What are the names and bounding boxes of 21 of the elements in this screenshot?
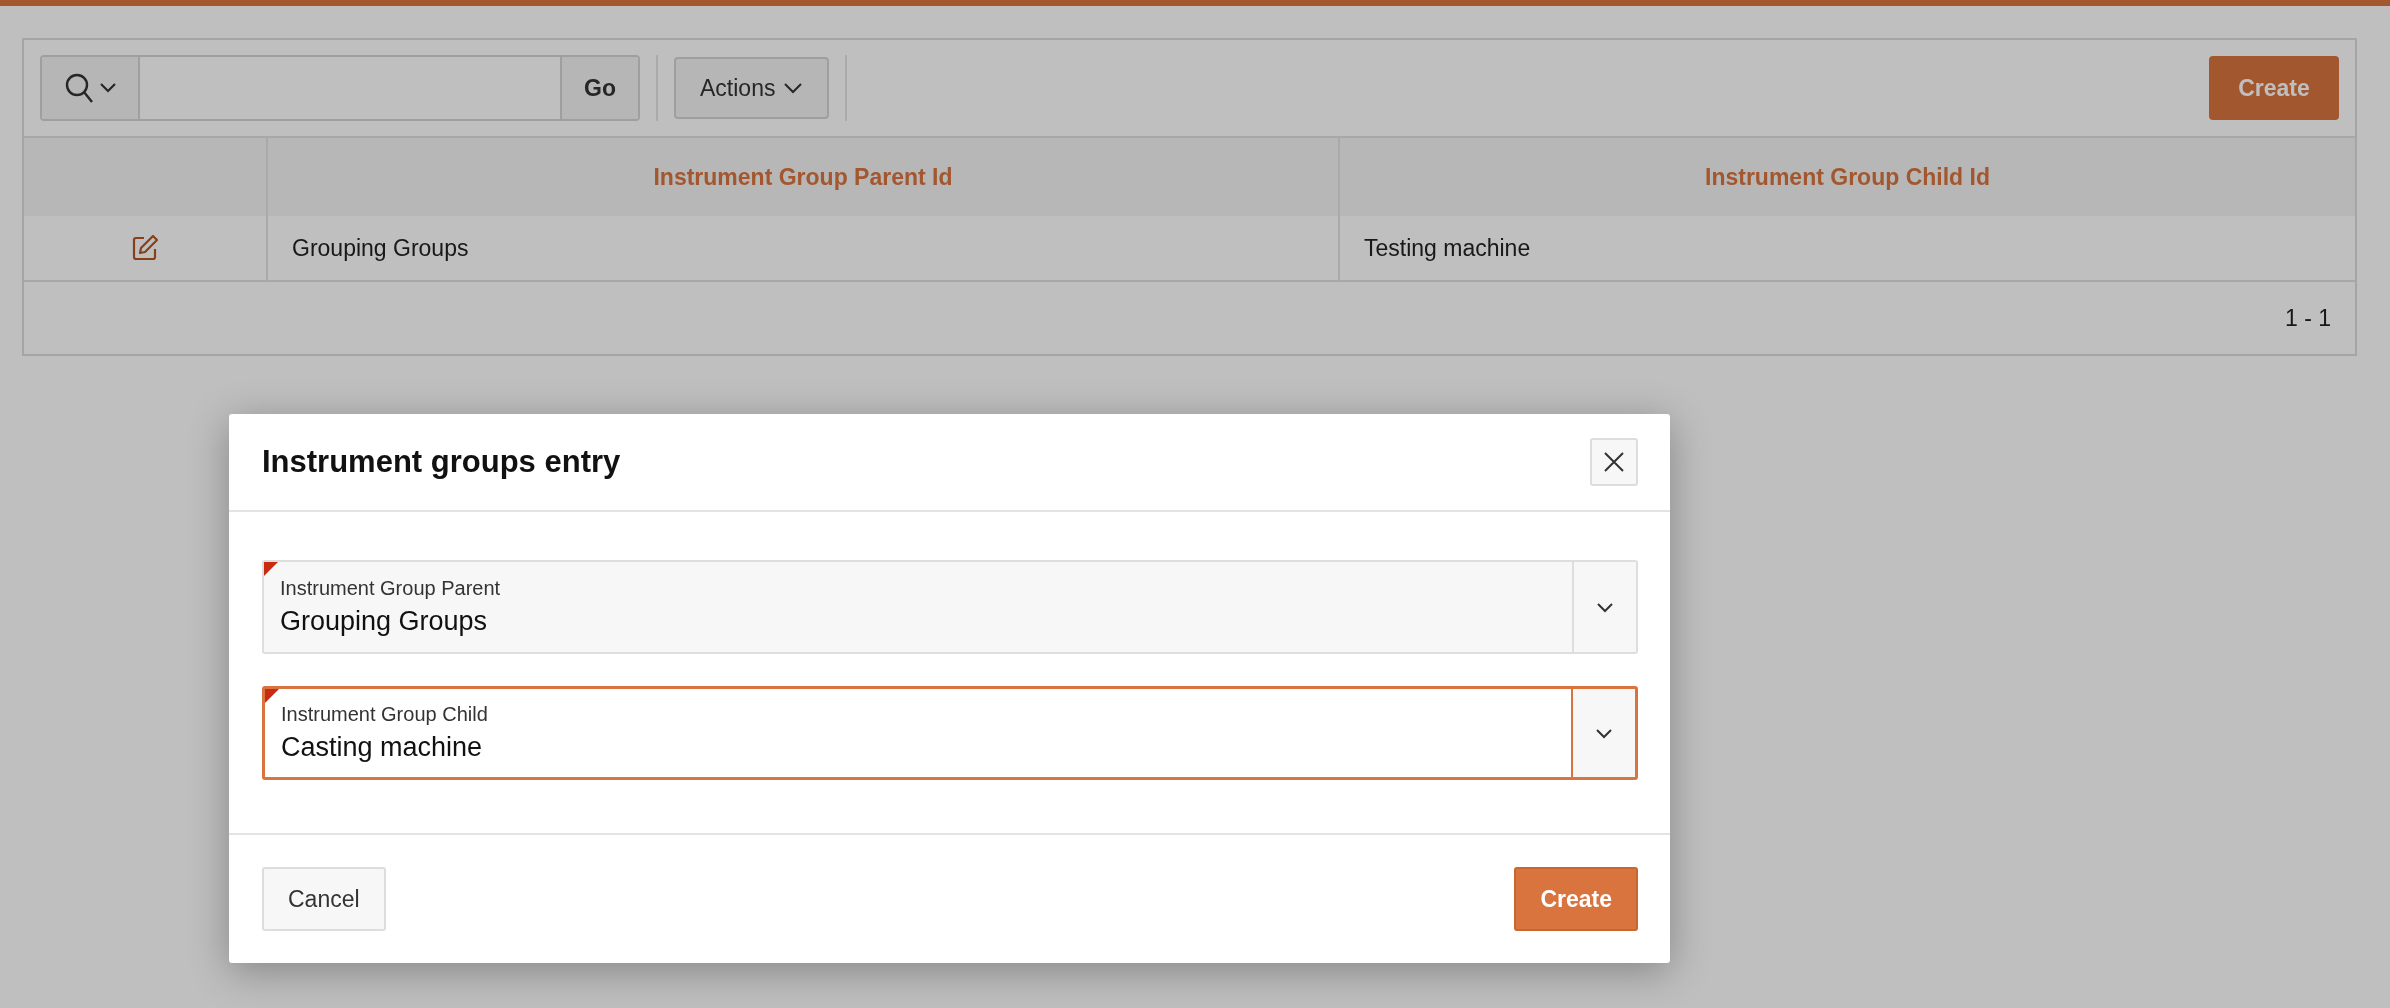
pagination-text: 1 - 1	[2284, 304, 2331, 332]
cancel-button[interactable]: Cancel	[262, 867, 386, 931]
table-cell: Grouping Groups	[266, 216, 1338, 282]
select-field[interactable]: Instrument Group Child Casting machine	[262, 686, 1638, 780]
edit-button[interactable]	[130, 233, 160, 263]
column-header: Instrument Group Child Id	[1338, 138, 2355, 216]
chevron-down-icon	[783, 82, 804, 94]
chevron-down-icon	[1595, 727, 1613, 739]
field-label: Instrument Group Child	[281, 703, 489, 726]
actions-button[interactable]: Actions	[674, 57, 830, 119]
dialog-title: Instrument groups entry	[262, 444, 621, 480]
field-value: Grouping Groups	[280, 606, 489, 637]
field-value: Casting machine	[281, 732, 484, 763]
field-label: Instrument Group Parent	[280, 577, 502, 600]
close-icon	[1603, 451, 1625, 473]
column-header: Instrument Group Parent Id	[266, 138, 1338, 216]
close-button[interactable]	[1590, 438, 1638, 486]
chevron-down-icon	[1596, 601, 1614, 613]
table-cell: Testing machine	[1338, 216, 2355, 282]
edit-icon	[130, 233, 160, 263]
select-field[interactable]: Instrument Group Parent Grouping Groups	[262, 560, 1638, 654]
